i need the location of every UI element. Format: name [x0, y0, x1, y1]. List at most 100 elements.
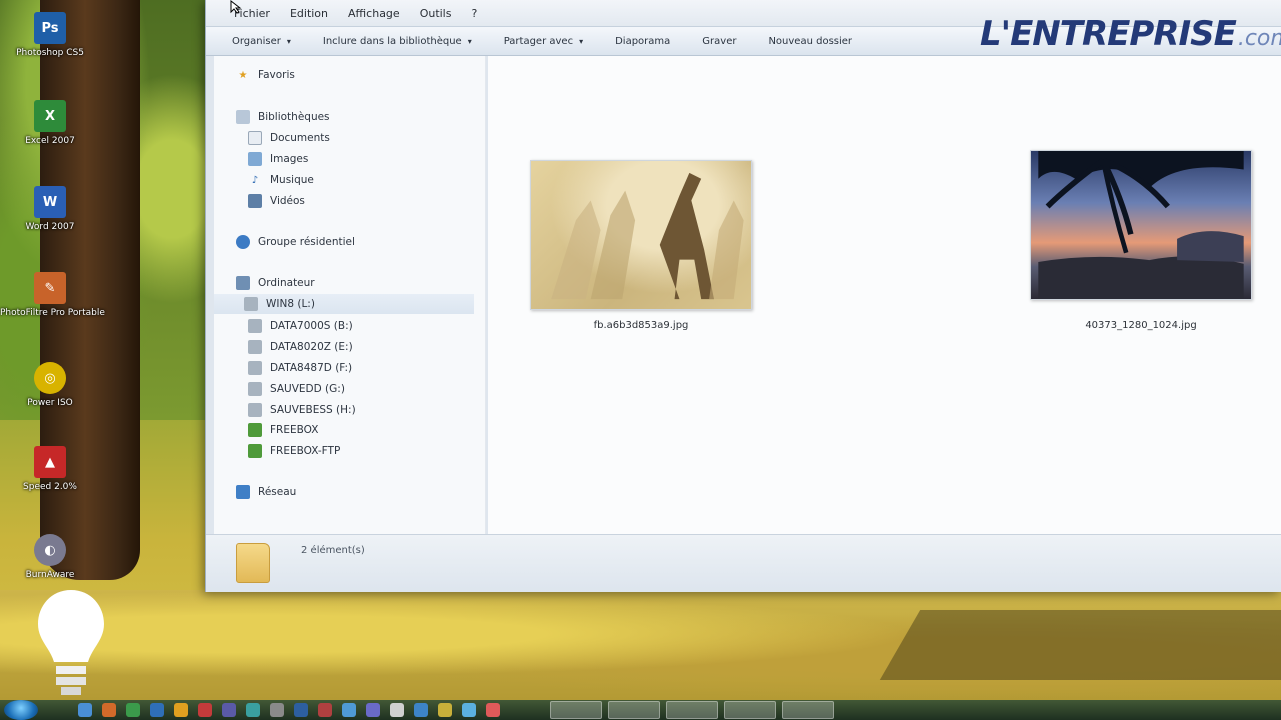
star-icon: ★	[238, 69, 248, 81]
desktop-icon-photoshop[interactable]: Ps Photoshop CS5	[0, 12, 100, 58]
inclure-label: Inclure dans la bibliothèque	[322, 35, 462, 47]
taskbar-app-icon[interactable]	[462, 703, 476, 717]
nav-label: Documents	[270, 132, 330, 144]
taskbar-app-icon[interactable]	[438, 703, 452, 717]
nav-label: Vidéos	[270, 195, 305, 207]
nav-drive[interactable]: SAUVEDD (G:)	[248, 379, 345, 399]
file-thumbnail-beach[interactable]	[1030, 150, 1252, 300]
nav-groupe-residentiel[interactable]: Groupe résidentiel	[236, 232, 355, 252]
menu-edition[interactable]: Edition	[290, 7, 328, 20]
partager-label: Partager avec	[503, 35, 574, 47]
homegroup-icon	[236, 235, 250, 249]
desktop-icon-photofiltre[interactable]: ✎ PhotoFiltre Pro Portable	[0, 272, 105, 318]
explorer-window: Fichier Edition Affichage Outils ? Organ…	[205, 0, 1281, 592]
nav-label: Ordinateur	[258, 277, 315, 289]
desktop-icon-label: Speed 2.0%	[23, 482, 77, 492]
palm-beach-image	[1038, 151, 1244, 299]
word-icon: W	[34, 186, 66, 218]
mouse-cursor-icon	[230, 0, 242, 14]
taskbar-app-icon[interactable]	[270, 703, 284, 717]
file-thumbnail-giraffe[interactable]	[530, 160, 752, 310]
excel-icon: X	[34, 100, 66, 132]
taskbar-app-icon[interactable]	[102, 703, 116, 717]
taskbar-window-button[interactable]	[608, 701, 660, 719]
drive-icon	[248, 361, 262, 375]
taskbar-window-button[interactable]	[550, 701, 602, 719]
nav-label: SAUVEDD (G:)	[270, 383, 345, 395]
menu-help[interactable]: ?	[471, 7, 477, 20]
desktop-icon-poweriso[interactable]: ◎ Power ISO	[0, 362, 100, 408]
network-drive-icon	[248, 444, 262, 458]
diaporama-button[interactable]: Diaporama	[615, 36, 670, 47]
taskbar-app-icon[interactable]	[318, 703, 332, 717]
taskbar-app-icon[interactable]	[150, 703, 164, 717]
nav-label: Favoris	[258, 69, 295, 81]
nav-documents[interactable]: Documents	[248, 128, 330, 148]
taskbar-app-icon[interactable]	[174, 703, 188, 717]
nav-videos[interactable]: Vidéos	[248, 191, 305, 211]
computer-icon	[236, 276, 250, 290]
desktop-icon-excel[interactable]: X Excel 2007	[0, 100, 100, 146]
watermark-suffix: .com	[1237, 26, 1281, 51]
nav-label: SAUVEBESS (H:)	[270, 404, 356, 416]
brand-watermark: L'ENTREPRISE .com	[980, 14, 1281, 64]
nav-drive[interactable]: DATA8487D (F:)	[248, 358, 352, 378]
nav-drive-win8[interactable]: WIN8 (L:)	[214, 294, 474, 314]
desktop-icon-word[interactable]: W Word 2007	[0, 186, 100, 232]
nav-favoris[interactable]: ★ Favoris	[236, 65, 295, 85]
taskbar-app-icon[interactable]	[126, 703, 140, 717]
desktop-icon-label: Photoshop CS5	[16, 48, 84, 58]
taskbar	[0, 700, 1281, 720]
taskbar-app-icon[interactable]	[390, 703, 404, 717]
taskbar-app-icon[interactable]	[414, 703, 428, 717]
nav-reseau[interactable]: Réseau	[236, 482, 296, 502]
taskbar-window-button[interactable]	[782, 701, 834, 719]
taskbar-window-button[interactable]	[666, 701, 718, 719]
taskbar-app-icon[interactable]	[222, 703, 236, 717]
nav-label: DATA7000S (B:)	[270, 320, 353, 332]
organiser-button[interactable]: Organiser ▾	[232, 36, 291, 47]
graver-button[interactable]: Graver	[702, 36, 736, 47]
taskbar-app-icon[interactable]	[78, 703, 92, 717]
taskbar-window-button[interactable]	[724, 701, 776, 719]
nav-images[interactable]: Images	[248, 149, 308, 169]
nav-freebox-ftp[interactable]: FREEBOX-FTP	[248, 441, 340, 461]
desktop-icon-burnaware[interactable]: ◐ BurnAware	[0, 534, 100, 580]
menu-outils[interactable]: Outils	[420, 7, 452, 20]
taskbar-app-icon[interactable]	[246, 703, 260, 717]
nav-label: Images	[270, 153, 309, 165]
network-icon	[236, 485, 250, 499]
taskbar-app-icon[interactable]	[198, 703, 212, 717]
lightbulb-icon	[38, 590, 104, 695]
taskbar-app-icon[interactable]	[294, 703, 308, 717]
taskbar-app-icon[interactable]	[342, 703, 356, 717]
menu-affichage[interactable]: Affichage	[348, 7, 400, 20]
taskbar-app-icon[interactable]	[486, 703, 500, 717]
partager-avec-button[interactable]: Partager avec ▾	[504, 36, 583, 47]
desktop-icon-speed[interactable]: ▲ Speed 2.0%	[0, 446, 100, 492]
nav-bibliotheques[interactable]: Bibliothèques	[236, 107, 330, 127]
nouveau-dossier-button[interactable]: Nouveau dossier	[768, 36, 852, 47]
library-icon	[236, 110, 250, 124]
nav-label: FREEBOX	[270, 424, 319, 436]
item-count: 2 élément(s)	[301, 545, 365, 556]
start-button[interactable]	[4, 700, 38, 720]
desktop-icon-label: PhotoFiltre Pro Portable	[0, 308, 105, 318]
nav-drive[interactable]: SAUVEBESS (H:)	[248, 400, 356, 420]
taskbar-app-icon[interactable]	[366, 703, 380, 717]
pictures-icon	[248, 152, 262, 166]
inclure-bibliotheque-button[interactable]: Inclure dans la bibliothèque ▾	[323, 36, 472, 47]
nav-musique[interactable]: ♪ Musique	[248, 170, 314, 190]
nav-label: Musique	[270, 174, 314, 186]
nav-freebox[interactable]: FREEBOX	[248, 420, 318, 440]
speed-icon: ▲	[34, 446, 66, 478]
nav-label: WIN8 (L:)	[266, 298, 315, 310]
nav-drive[interactable]: DATA8020Z (E:)	[248, 337, 353, 357]
giraffe-image	[551, 172, 744, 300]
network-drive-icon	[248, 423, 262, 437]
nav-drive[interactable]: DATA7000S (B:)	[248, 316, 353, 336]
nav-ordinateur[interactable]: Ordinateur	[236, 273, 315, 293]
photofiltre-icon: ✎	[34, 272, 66, 304]
nav-label: Réseau	[258, 486, 297, 498]
details-pane: 2 élément(s)	[206, 534, 1281, 592]
